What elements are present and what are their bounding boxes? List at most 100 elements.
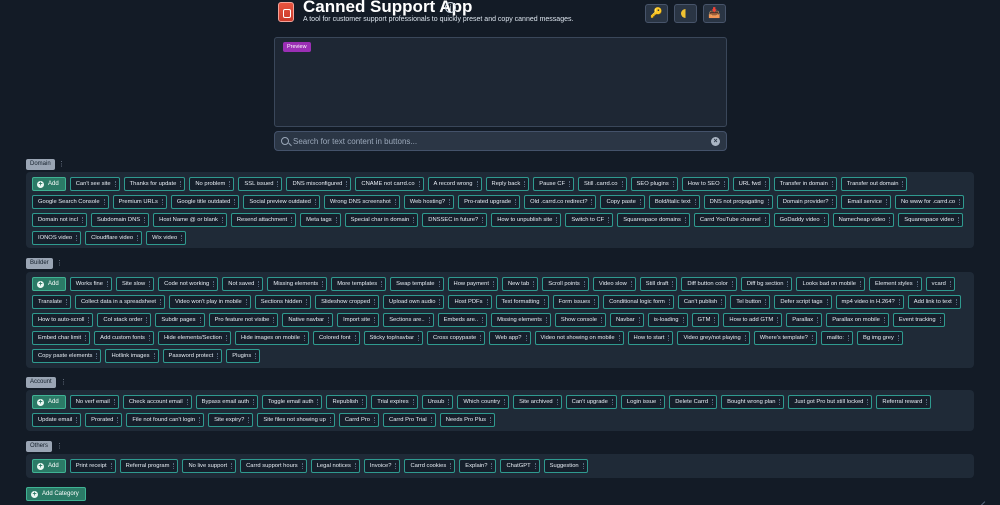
canned-message-button[interactable]: Transfer out domain [840, 177, 908, 191]
canned-message-button[interactable]: Domain provider? [776, 195, 838, 209]
canned-message-button[interactable]: Cross copypaste [427, 331, 486, 345]
canned-message-button[interactable]: Not saved [222, 277, 264, 291]
canned-message-button[interactable]: Needs Pro Plus [439, 413, 495, 427]
canned-message-button[interactable]: Event tracking [892, 313, 945, 327]
canned-message-button[interactable]: Text formatting [495, 295, 549, 309]
canned-message-button[interactable]: Site slow [115, 277, 155, 291]
canned-message-button[interactable]: Which country [457, 395, 510, 409]
drag-handle-icon[interactable]: ⋮ [58, 159, 65, 170]
canned-message-button[interactable]: mp4 video in H.264? [835, 295, 904, 309]
canned-message-button[interactable]: Upload own audio [383, 295, 445, 309]
add-button[interactable]: + Add [32, 277, 66, 291]
canned-message-button[interactable]: Check account email [122, 395, 192, 409]
canned-message-button[interactable]: Defer script tags [774, 295, 832, 309]
canned-message-button[interactable]: SSL issued [238, 177, 283, 191]
canned-message-button[interactable]: Embeds are.. [437, 313, 488, 327]
canned-message-button[interactable]: Still draft [639, 277, 678, 291]
canned-message-button[interactable]: IONOS video [32, 231, 82, 245]
canned-message-button[interactable]: Sections hidden [254, 295, 312, 309]
canned-message-button[interactable]: Plugins [226, 349, 261, 363]
canned-message-button[interactable]: Code not working [158, 277, 219, 291]
canned-message-button[interactable]: Subdomain DNS [90, 213, 150, 227]
canned-message-button[interactable]: Namecheap video [832, 213, 895, 227]
canned-message-button[interactable]: Tel button [730, 295, 771, 309]
category-label-domain[interactable]: Domain [26, 159, 55, 170]
canned-message-button[interactable]: Google Search Console [32, 195, 109, 209]
canned-message-button[interactable]: Video slow [592, 277, 636, 291]
canned-message-button[interactable]: Pro-rated upgrade [458, 195, 521, 209]
canned-message-button[interactable]: Slideshow cropped [315, 295, 380, 309]
drag-handle-icon[interactable]: ⋮ [56, 258, 63, 269]
canned-message-button[interactable]: How payment [447, 277, 498, 291]
canned-message-button[interactable]: Suggestion [543, 459, 588, 473]
canned-message-button[interactable]: More templates [331, 277, 387, 291]
canned-message-button[interactable]: Parallax on mobile [826, 313, 889, 327]
canned-message-button[interactable]: vcard [925, 277, 955, 291]
canned-message-button[interactable]: Can't publish [677, 295, 727, 309]
canned-message-button[interactable]: Print receipt [69, 459, 116, 473]
canned-message-button[interactable]: Referral reward [876, 395, 932, 409]
canned-message-button[interactable]: Element styles [868, 277, 922, 291]
canned-message-button[interactable]: Wrong DNS screenshot [323, 195, 400, 209]
canned-message-button[interactable]: Copy paste elements [32, 349, 102, 363]
canned-message-button[interactable]: No verf email [69, 395, 119, 409]
canned-message-button[interactable]: Can't upgrade [565, 395, 617, 409]
add-button[interactable]: + Add [32, 395, 66, 409]
canned-message-button[interactable]: Carrd support hours [240, 459, 307, 473]
canned-message-button[interactable]: Special char in domain [344, 213, 419, 227]
canned-message-button[interactable]: Squarespace domains [617, 213, 690, 227]
canned-message-button[interactable]: No www for .carrd.co [894, 195, 965, 209]
canned-message-button[interactable]: GTM [691, 313, 720, 327]
canned-message-button[interactable]: Diff bg section [740, 277, 793, 291]
canned-message-button[interactable]: Carrd cookies [404, 459, 456, 473]
canned-message-button[interactable]: Video not showing on mobile [534, 331, 624, 345]
canned-message-button[interactable]: Bypass email auth [195, 395, 259, 409]
canned-message-button[interactable]: CNAME not carrd.co [355, 177, 424, 191]
canned-message-button[interactable]: Sticky top/navbar [363, 331, 424, 345]
canned-message-button[interactable]: Explain? [459, 459, 497, 473]
canned-message-button[interactable]: Site expiry? [208, 413, 254, 427]
canned-message-button[interactable]: Carrd YouTube channel [693, 213, 770, 227]
canned-message-button[interactable]: Switch to CF [565, 213, 614, 227]
search-input[interactable] [293, 134, 703, 149]
canned-message-button[interactable]: Social preview outdated [243, 195, 320, 209]
canned-message-button[interactable]: Swap template [390, 277, 444, 291]
canned-message-button[interactable]: Bg img grey [856, 331, 903, 345]
category-label-others[interactable]: Others [26, 441, 53, 452]
canned-message-button[interactable]: No problem [189, 177, 235, 191]
canned-message-button[interactable]: Hotlink images [105, 349, 159, 363]
canned-message-button[interactable]: Site files not showing up [257, 413, 335, 427]
canned-message-button[interactable]: Subdir pages [155, 313, 205, 327]
canned-message-button[interactable]: Missing elements [491, 313, 551, 327]
canned-message-button[interactable]: Web app? [489, 331, 531, 345]
resize-handle-icon[interactable] [976, 497, 986, 505]
canned-message-button[interactable]: Domain not incl [32, 213, 87, 227]
canned-message-button[interactable]: New tab [501, 277, 539, 291]
canned-message-button[interactable]: GoDaddy video [773, 213, 829, 227]
canned-message-button[interactable]: Looks bad on mobile [796, 277, 865, 291]
canned-message-button[interactable]: Legal notices [310, 459, 360, 473]
canned-message-button[interactable]: Transfer in domain [773, 177, 837, 191]
canned-message-button[interactable]: Show console [554, 313, 607, 327]
canned-message-button[interactable]: Add custom fonts [94, 331, 154, 345]
canned-message-button[interactable]: Scroll points [542, 277, 589, 291]
canned-message-button[interactable]: mailto: [820, 331, 853, 345]
canned-message-button[interactable]: Squarespace video [898, 213, 963, 227]
canned-message-button[interactable]: Thanks for update [123, 177, 186, 191]
canned-message-button[interactable]: Password protect [162, 349, 223, 363]
canned-message-button[interactable]: How to SEO [681, 177, 729, 191]
canned-message-button[interactable]: Google title outdated [170, 195, 240, 209]
canned-message-button[interactable]: DNS not propagating [703, 195, 773, 209]
canned-message-button[interactable]: Video won't play in mobile [169, 295, 251, 309]
canned-message-button[interactable]: A record wrong [427, 177, 482, 191]
info-icon[interactable]: i [445, 2, 456, 13]
canned-message-button[interactable]: DNSSEC in future? [422, 213, 488, 227]
canned-message-button[interactable]: Trial expires [371, 395, 418, 409]
canned-message-button[interactable]: Missing elements [267, 277, 328, 291]
add-button[interactable]: + Add [32, 177, 66, 191]
canned-message-button[interactable]: Cloudflare video [85, 231, 143, 245]
canned-message-button[interactable]: Republish [326, 395, 368, 409]
drag-handle-icon[interactable]: ⋮ [60, 377, 67, 388]
canned-message-button[interactable]: Hide elements/Section [157, 331, 231, 345]
canned-message-button[interactable]: Where's template? [753, 331, 817, 345]
